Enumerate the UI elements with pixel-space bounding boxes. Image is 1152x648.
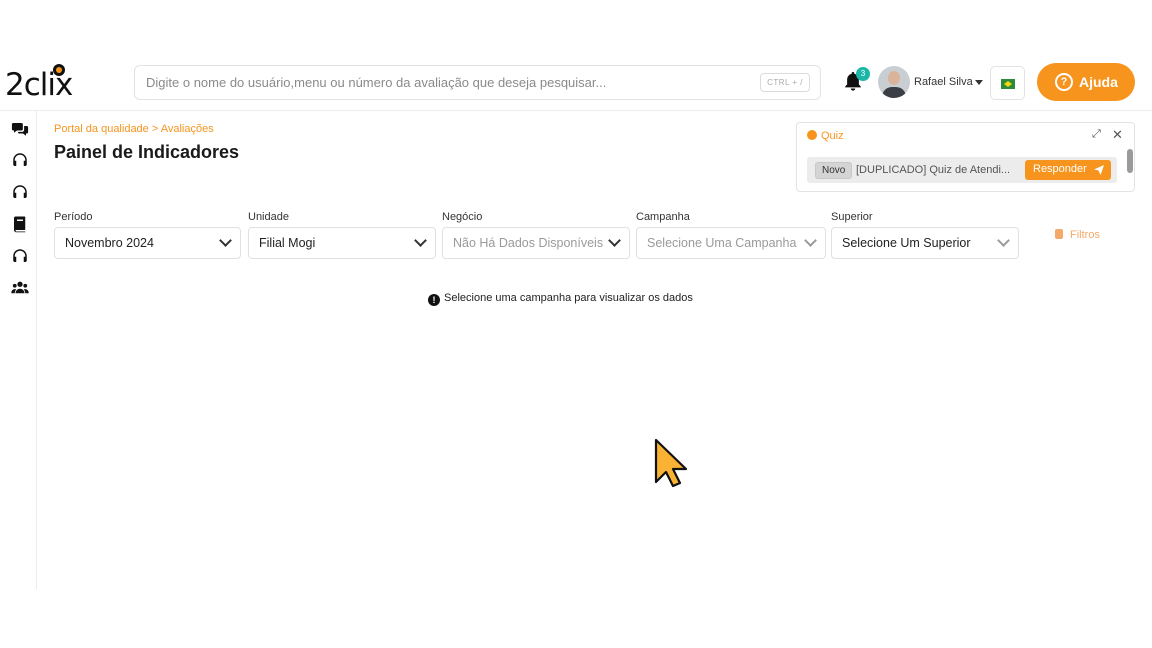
main-content: Portal da qualidade > Avaliações Painel … [37, 111, 1152, 589]
quiz-answer-button[interactable]: Responder [1025, 160, 1111, 180]
brain-icon [807, 130, 817, 140]
superior-select[interactable]: Selecione Um Superior [831, 227, 1019, 259]
exclamation-icon: ! [428, 294, 440, 306]
campanha-select[interactable]: Selecione Uma Campanha [636, 227, 826, 259]
unidade-select[interactable]: Filial Mogi [248, 227, 436, 259]
logo[interactable]: 2clix [5, 64, 85, 104]
headset-icon[interactable] [11, 247, 29, 265]
quiz-title: Quiz [807, 130, 844, 142]
filter-value: Selecione Um Superior [842, 236, 971, 250]
quiz-answer-label: Responder [1033, 163, 1087, 175]
breadcrumb[interactable]: Portal da qualidade > Avaliações [54, 123, 214, 135]
mouse-cursor-icon [654, 438, 688, 488]
chevron-down-icon [414, 234, 427, 247]
question-icon: ? [1055, 73, 1073, 91]
trash-icon [1055, 229, 1063, 239]
quiz-item: Novo [DUPLICADO] Quiz de Atendi... Respo… [807, 157, 1117, 183]
filters-button-label: Filtros [1070, 229, 1100, 241]
global-search: CTRL + / [134, 65, 821, 100]
app-window: 2clix CTRL + / 3 Rafael Silva ? Ajuda [0, 56, 1152, 589]
chevron-down-icon [804, 234, 817, 247]
filter-label: Campanha [636, 211, 690, 223]
user-name[interactable]: Rafael Silva [914, 76, 973, 88]
send-icon [1094, 165, 1104, 175]
quiz-new-badge: Novo [815, 162, 853, 179]
filter-label: Período [54, 211, 93, 223]
help-label: Ajuda [1079, 74, 1118, 90]
quiz-item-title: [DUPLICADO] Quiz de Atendi... [856, 164, 1011, 176]
filter-label: Negócio [442, 211, 483, 223]
headset-icon[interactable] [11, 151, 29, 169]
quiz-panel: Quiz ⤢ ✕ Novo [DUPLICADO] Quiz de Atendi… [796, 122, 1135, 192]
expand-icon[interactable]: ⤢ [1092, 128, 1101, 141]
book-icon[interactable] [11, 215, 29, 233]
avatar[interactable] [878, 66, 910, 98]
filter-value: Selecione Uma Campanha [647, 236, 797, 250]
top-header: 2clix CTRL + / 3 Rafael Silva ? Ajuda [0, 56, 1152, 111]
headset-icon[interactable] [11, 183, 29, 201]
negocio-select[interactable]: Não Há Dados Disponíveis [442, 227, 630, 259]
search-shortcut-hint: CTRL + / [760, 73, 810, 92]
brazil-flag-icon [1001, 79, 1015, 89]
filters-button[interactable]: Filtros [1055, 229, 1100, 241]
filter-value: Filial Mogi [259, 236, 316, 250]
empty-state-message: ! Selecione uma campanha para visualizar … [428, 292, 693, 306]
avatar-head [888, 71, 900, 85]
chevron-down-icon [608, 234, 621, 247]
quiz-title-label: Quiz [821, 130, 844, 142]
caret-down-icon[interactable] [975, 80, 983, 85]
help-button[interactable]: ? Ajuda [1037, 63, 1135, 101]
avatar-body [882, 87, 906, 98]
filter-value: Novembro 2024 [65, 236, 154, 250]
language-button[interactable] [990, 66, 1025, 100]
empty-state-text: Selecione uma campanha para visualizar o… [444, 292, 693, 304]
filter-label: Unidade [248, 211, 289, 223]
close-icon[interactable]: ✕ [1112, 127, 1123, 143]
users-icon[interactable] [11, 279, 29, 297]
chat-icon[interactable] [11, 120, 29, 138]
periodo-select[interactable]: Novembro 2024 [54, 227, 241, 259]
sidebar [0, 111, 37, 589]
page-title: Painel de Indicadores [54, 142, 240, 162]
logo-dot-icon [53, 64, 65, 76]
notification-count-badge: 3 [856, 67, 870, 81]
search-input[interactable] [135, 66, 755, 99]
chevron-down-icon [997, 234, 1010, 247]
chevron-down-icon [219, 234, 232, 247]
filter-label: Superior [831, 211, 873, 223]
quiz-scrollbar[interactable] [1127, 149, 1133, 173]
filter-value: Não Há Dados Disponíveis [453, 236, 604, 250]
